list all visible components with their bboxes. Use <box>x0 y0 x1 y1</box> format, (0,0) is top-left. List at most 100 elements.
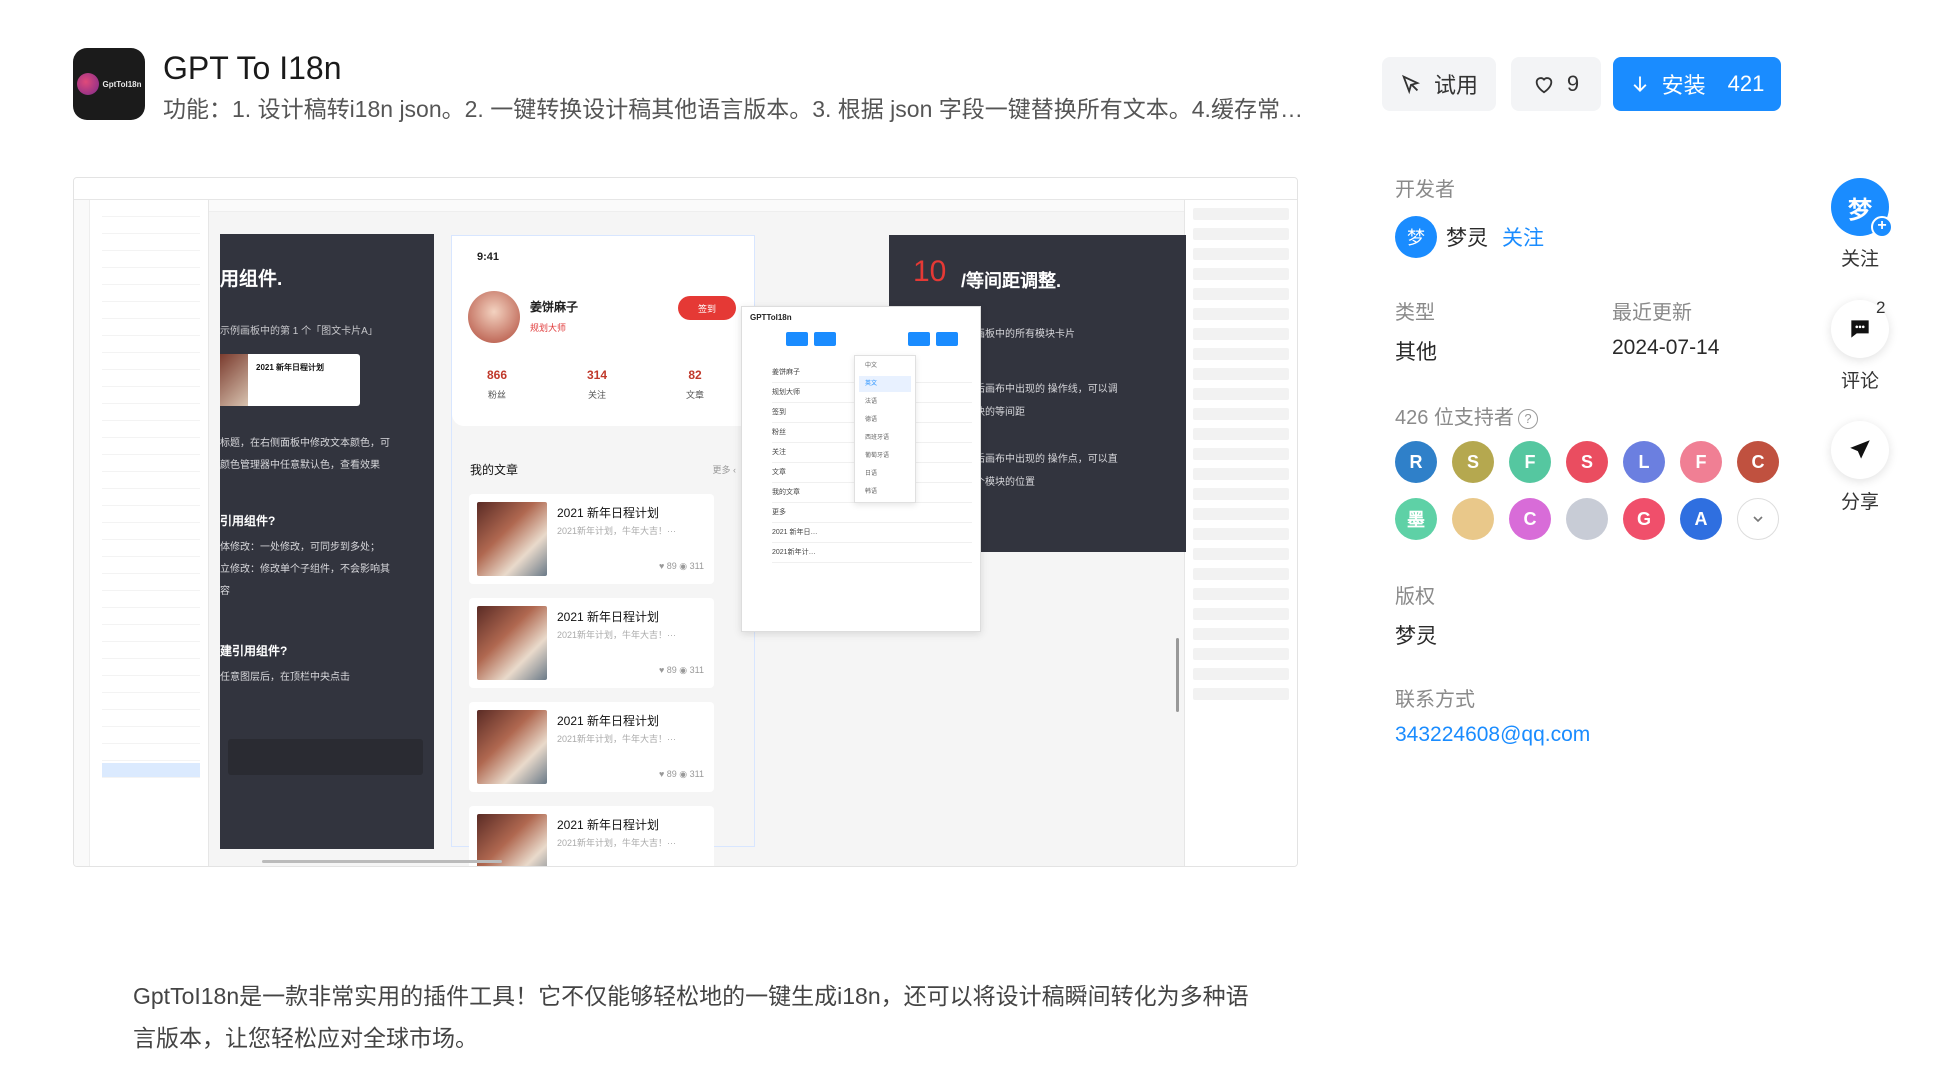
supporter-avatar[interactable]: S <box>1452 441 1494 483</box>
article-card: 2021 新年日程计划 2021新年计划，牛年大吉！··· <box>469 806 714 866</box>
cursor-click-icon <box>1402 74 1421 95</box>
plugin-button <box>908 332 930 346</box>
comment-label: 评论 <box>1840 371 1879 392</box>
try-button[interactable]: 试用 <box>1382 57 1496 111</box>
long-description: GptToI18n是一款非常实用的插件工具！它不仅能够轻松地的一键生成i18n，… <box>133 983 1249 1051</box>
stat-followers: 866 粉丝 <box>462 368 532 401</box>
try-label: 试用 <box>1433 73 1478 98</box>
question-icon[interactable]: ? <box>1517 408 1538 429</box>
supporter-avatar[interactable]: C <box>1737 441 1779 483</box>
contact-label: 联系方式 <box>1395 689 1475 711</box>
stat-label: 文章 <box>685 390 704 400</box>
comment-bubble-icon <box>1851 320 1869 338</box>
language-option: 韩语 <box>865 489 878 495</box>
card1-line: 颜色管理器中任意默认色，查看效果 <box>220 460 380 471</box>
language-option: 日语 <box>865 471 878 477</box>
profile-header: 9:41 姜饼麻子 规划大师 签到 866 粉丝 314 关注 82 文章 <box>452 236 754 426</box>
phone-mockup: 9:41 姜饼麻子 规划大师 签到 866 粉丝 314 关注 82 文章 我的… <box>451 235 755 866</box>
article-image <box>477 606 547 680</box>
supporter-avatar[interactable]: G <box>1623 498 1665 540</box>
language-option: 中文 <box>865 363 878 369</box>
article-sub: 2021新年计划，牛年大吉！··· <box>557 838 677 848</box>
share-button[interactable] <box>1831 421 1889 479</box>
article-card: 2021 新年日程计划 2021新年计划，牛年大吉！··· ♥ 89 ◉ 311 <box>469 494 714 584</box>
plugin-button <box>786 332 808 346</box>
article-title: 2021 新年日程计划 <box>557 714 660 728</box>
author-initial: 梦 <box>1848 196 1872 224</box>
vertical-scrollbar <box>1176 638 1179 712</box>
preview-screenshot[interactable]: 用组件. 示例画板中的第 1 个「图文卡片A」 2021 新年日程计划 标题，在… <box>73 177 1298 867</box>
type-label: 类型 <box>1395 302 1435 324</box>
supporter-avatar[interactable]: C <box>1509 498 1551 540</box>
updated-label: 最近更新 <box>1612 302 1692 324</box>
profile-avatar <box>468 291 520 343</box>
stat-label: 粉丝 <box>487 390 506 400</box>
plugin-button <box>814 332 836 346</box>
stat-label: 关注 <box>587 390 606 400</box>
mini-card-title: 2021 新年日程计划 <box>256 363 325 372</box>
download-arrow-icon <box>1633 76 1647 92</box>
follow-link[interactable]: 关注 <box>1502 222 1544 252</box>
install-button[interactable]: 安装 421 <box>1613 57 1781 111</box>
supporter-avatar[interactable]: F <box>1509 441 1551 483</box>
supporter-avatar[interactable]: L <box>1623 441 1665 483</box>
like-button[interactable]: 9 <box>1511 57 1601 111</box>
comment-count: 2 <box>1876 298 1886 317</box>
copyright-value: 梦灵 <box>1395 625 1437 648</box>
layers-panel <box>74 200 209 866</box>
article-meta: ♥ 89 ◉ 311 <box>658 561 704 571</box>
card2-number: 10 <box>913 255 947 288</box>
card2-line: 后画布中出现的 操作点，可以直 <box>975 454 1118 465</box>
supporter-avatar[interactable]: F <box>1680 441 1722 483</box>
ruler <box>209 200 1184 212</box>
plugin-row: 2021新年计… <box>772 543 972 563</box>
like-count: 9 <box>1566 71 1580 96</box>
mini-article-card: 2021 新年日程计划 <box>220 354 360 406</box>
developer-avatar[interactable]: 梦 <box>1395 216 1437 258</box>
stat-articles: 82 文章 <box>660 368 730 401</box>
supporter-avatar[interactable] <box>1452 498 1494 540</box>
paper-plane-icon <box>1850 440 1870 459</box>
card2-title: /等间距调整. <box>961 271 1062 291</box>
article-card: 2021 新年日程计划 2021新年计划，牛年大吉！··· ♥ 89 ◉ 311 <box>469 702 714 792</box>
checkin-button: 签到 <box>678 296 736 320</box>
author-avatar[interactable]: 梦 + <box>1831 178 1893 238</box>
plugin-title: GPTToI18n <box>750 313 792 322</box>
mini-card-image <box>220 354 248 406</box>
stat-value: 866 <box>486 368 508 382</box>
card1-line: 任意图层后，在顶栏中央点击 <box>220 672 350 683</box>
type-value: 其他 <box>1395 341 1437 364</box>
plugin-row: 2021 新年日… <box>772 523 972 543</box>
section-more: 更多 ‹ <box>712 465 737 475</box>
supporter-avatar[interactable]: A <box>1680 498 1722 540</box>
article-image <box>477 710 547 784</box>
share-label: 分享 <box>1840 492 1879 513</box>
card2-line: 画板中的所有模块卡片 <box>975 329 1075 340</box>
app-description: 功能：1. 设计稿转i18n json。2. 一键转换设计稿其他语言版本。3. … <box>163 96 1303 122</box>
plugin-button <box>936 332 958 346</box>
install-count: 421 <box>1727 71 1765 96</box>
supporters-label: 426 位支持者 <box>1395 407 1514 429</box>
supporter-avatar[interactable]: S <box>1566 441 1608 483</box>
language-dropdown: 中文 英文 法语 德语 西班牙语 葡萄牙语 日语 韩语 <box>854 355 916 503</box>
developer-name[interactable]: 梦灵 <box>1446 222 1488 252</box>
language-option: 西班牙语 <box>865 435 890 441</box>
contact-email-link[interactable]: 343224608@qq.com <box>1395 723 1590 747</box>
share-action[interactable]: 分享 <box>1830 421 1890 514</box>
supporter-avatar[interactable] <box>1566 498 1608 540</box>
expand-supporters-button[interactable] <box>1737 498 1779 540</box>
profile-role: 规划大师 <box>530 323 567 333</box>
plugin-window: GPTToI18n 姜饼麻子 规划大师 签到 粉丝 关注 文章 我的文章 更多 … <box>741 306 981 632</box>
language-option: 德语 <box>865 417 878 423</box>
supporter-avatar[interactable]: 墨 <box>1395 498 1437 540</box>
phone-time: 9:41 <box>477 251 500 263</box>
language-option: 葡萄牙语 <box>865 453 890 459</box>
card1-line: 容 <box>220 586 230 597</box>
updated-value: 2024-07-14 <box>1612 336 1720 359</box>
install-label: 安装 <box>1661 73 1706 98</box>
properties-panel <box>1184 200 1297 866</box>
stat-value: 82 <box>688 368 702 382</box>
supporter-avatar[interactable]: R <box>1395 441 1437 483</box>
follow-action[interactable]: 梦 + 关注 <box>1830 178 1893 271</box>
chevron-down-icon <box>1753 516 1763 523</box>
